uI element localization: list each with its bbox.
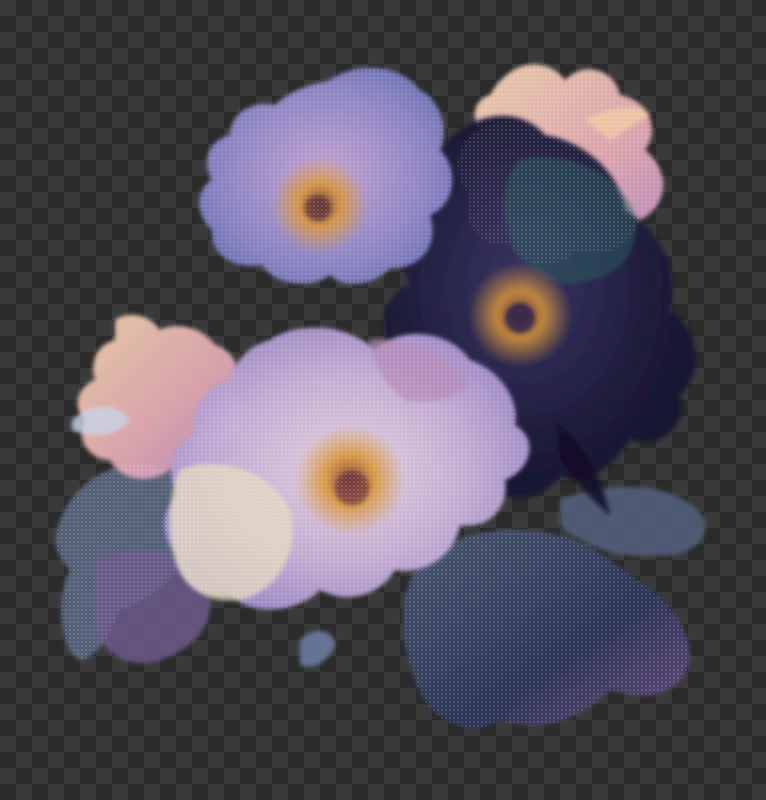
flower-bouquet-illustration xyxy=(55,64,706,729)
transparency-checkerboard-canvas xyxy=(0,0,766,800)
